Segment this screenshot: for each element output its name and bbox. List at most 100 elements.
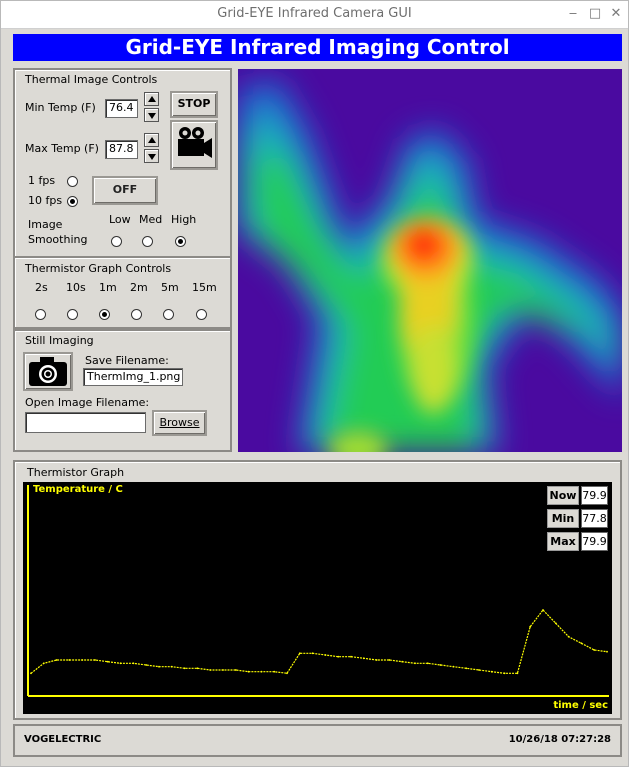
close-icon[interactable]: ✕	[608, 6, 624, 21]
max-temp-up-button[interactable]	[144, 133, 159, 147]
temperature-series-line	[30, 609, 608, 674]
temperature-point	[426, 662, 429, 665]
temperature-point	[567, 635, 570, 638]
min-temp-field[interactable]: 76.4	[105, 99, 138, 118]
status-brand: VOGELECTRIC	[24, 734, 102, 745]
temperature-point	[222, 669, 224, 671]
smoothing-label-line2: Smoothing	[28, 233, 88, 246]
temperature-point	[490, 670, 493, 673]
fps10-radio[interactable]	[67, 196, 78, 207]
smoothing-med-radio[interactable]	[142, 236, 153, 247]
temperature-point	[119, 662, 122, 665]
save-filename-field[interactable]: ThermImg_1.png	[83, 368, 183, 386]
save-filename-label: Save Filename:	[85, 354, 169, 367]
snapshot-button[interactable]	[23, 352, 73, 391]
stop-button[interactable]: STOP	[170, 91, 218, 118]
video-camera-icon	[178, 127, 212, 158]
maximize-icon[interactable]: □	[587, 6, 603, 21]
temperature-point	[260, 670, 263, 673]
now-label: Now	[547, 486, 579, 505]
range-2s-label: 2s	[35, 281, 48, 294]
temperature-point	[606, 650, 608, 653]
temperature-point	[158, 665, 160, 668]
fps10-label: 10 fps	[28, 194, 63, 207]
temperature-point	[324, 654, 327, 656]
temperature-point	[30, 672, 32, 675]
range-5m-radio[interactable]	[163, 309, 174, 320]
smoothing-high-label: High	[171, 213, 197, 226]
thermal-heatmap	[238, 69, 622, 452]
temperature-point	[42, 662, 45, 665]
smoothing-med-label: Med	[139, 213, 163, 226]
video-camera-button[interactable]	[170, 120, 218, 170]
minimize-icon[interactable]: ‒	[565, 6, 581, 21]
temperature-point	[593, 649, 596, 651]
arrow-down-icon	[148, 113, 156, 119]
open-filename-field[interactable]	[25, 412, 146, 433]
thermal-image	[238, 69, 622, 452]
max-value: 79.9	[581, 532, 608, 551]
temperature-point	[529, 625, 532, 628]
temperature-point	[106, 660, 109, 663]
temperature-point	[209, 669, 212, 671]
panel-title: Still Imaging	[25, 334, 94, 347]
range-2m-radio[interactable]	[131, 309, 142, 320]
app-window: Grid-EYE Infrared Camera GUI ‒ □ ✕ Grid-…	[0, 0, 629, 767]
temperature-point	[145, 664, 148, 666]
range-2s-radio[interactable]	[35, 309, 46, 320]
range-1m-radio[interactable]	[99, 309, 110, 320]
x-axis-label: time / sec	[553, 700, 608, 711]
temperature-point	[452, 665, 455, 668]
panel-title: Thermal Image Controls	[25, 73, 158, 86]
max-temp-field[interactable]: 87.8	[105, 140, 138, 159]
temperature-point	[516, 672, 519, 675]
thermal-controls-panel: Thermal Image Controls Min Temp (F) 76.4…	[13, 68, 232, 259]
temperature-point	[247, 670, 250, 673]
range-15m-radio[interactable]	[196, 309, 207, 320]
temperature-point	[337, 655, 340, 658]
min-value: 77.8	[581, 509, 608, 528]
smoothing-low-radio[interactable]	[111, 236, 122, 247]
temperature-point	[375, 659, 378, 661]
browse-button[interactable]: Browse	[152, 410, 207, 436]
max-label: Max	[547, 532, 579, 551]
off-button[interactable]: OFF	[92, 176, 158, 205]
temperature-point	[580, 642, 583, 645]
camera-icon	[29, 357, 67, 386]
temperature-point	[170, 665, 173, 668]
temperature-point	[414, 662, 416, 665]
still-imaging-panel: Still Imaging Save Filename: ThermImg_1.…	[13, 329, 232, 452]
smoothing-label-line1: Image	[28, 218, 63, 231]
min-temp-down-button[interactable]	[144, 108, 159, 122]
range-1m-label: 1m	[99, 281, 117, 294]
max-temp-down-button[interactable]	[144, 149, 159, 163]
range-5m-label: 5m	[161, 281, 179, 294]
window-title: Grid-EYE Infrared Camera GUI	[217, 6, 412, 21]
temperature-point	[286, 672, 288, 675]
temperature-point	[362, 657, 365, 660]
smoothing-low-label: Low	[109, 213, 131, 226]
range-10s-radio[interactable]	[67, 309, 78, 320]
temperature-point	[132, 662, 135, 665]
thermistor-graph: Temperature / C time / sec Now 79.9 Min …	[23, 482, 612, 714]
temperature-point	[183, 667, 186, 670]
temperature-point	[234, 669, 237, 671]
temperature-point	[439, 664, 442, 666]
smoothing-high-radio[interactable]	[175, 236, 186, 247]
title-bar: Grid-EYE Infrared Camera GUI ‒ □ ✕	[1, 1, 628, 29]
temperature-point	[388, 659, 391, 661]
temperature-point	[94, 659, 96, 661]
arrow-up-icon	[148, 96, 156, 102]
temperature-point	[196, 667, 199, 670]
temperature-point	[311, 652, 314, 655]
temperature-point	[401, 660, 404, 663]
temperature-point	[273, 670, 276, 673]
fps1-radio[interactable]	[67, 176, 78, 187]
temperature-point	[68, 659, 71, 661]
panel-title: Thermistor Graph	[27, 466, 125, 479]
max-temp-label: Max Temp (F)	[25, 142, 99, 155]
min-temp-label: Min Temp (F)	[25, 101, 96, 114]
temperature-point	[478, 669, 480, 671]
min-temp-up-button[interactable]	[144, 92, 159, 106]
status-bar: VOGELECTRIC 10/26/18 07:27:28	[13, 724, 622, 757]
